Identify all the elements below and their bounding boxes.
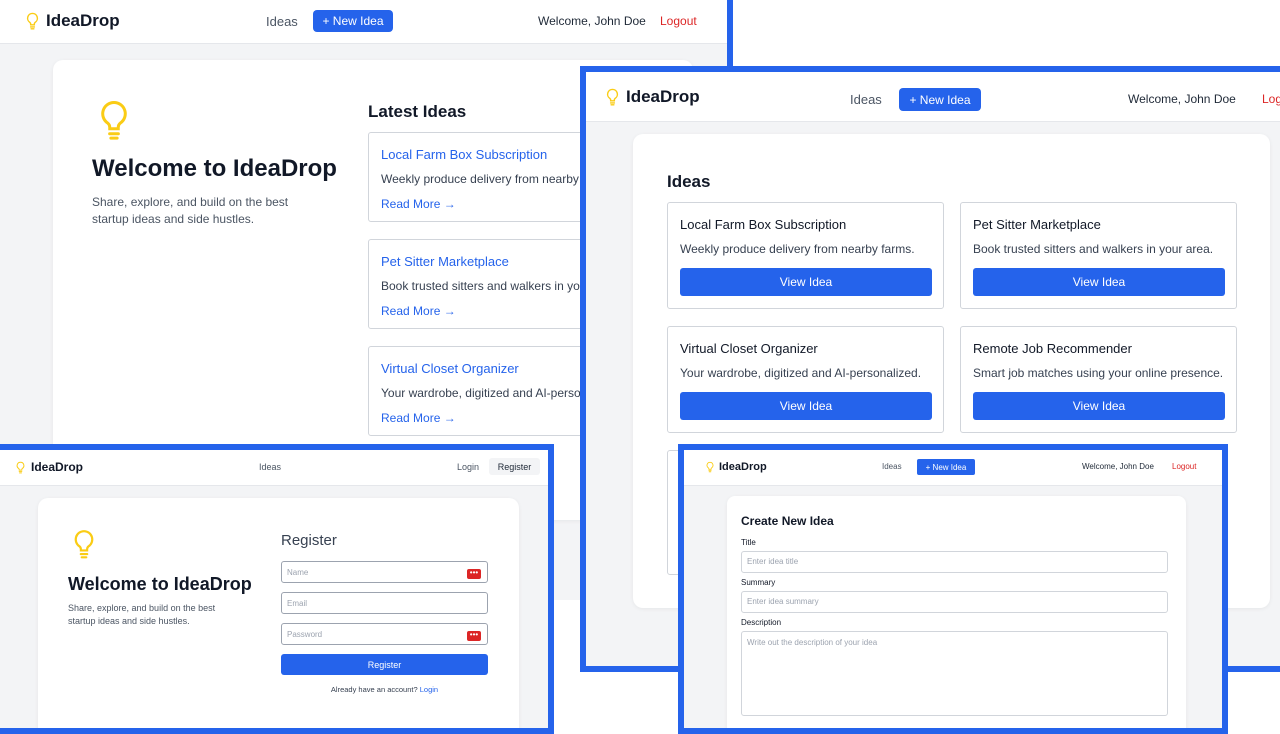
- idea-title: Local Farm Box Subscription: [680, 217, 847, 232]
- idea-card: Local Farm Box Subscription Weekly produ…: [667, 202, 944, 309]
- brand-name: IdeaDrop: [626, 87, 700, 106]
- home-subtitle-line2: startup ideas and side hustles.: [92, 212, 255, 226]
- idea-card: Pet Sitter Marketplace Book trusted sitt…: [960, 202, 1237, 309]
- have-account-text: Already have an account?: [330, 685, 418, 694]
- brand[interactable]: IdeaDrop: [706, 461, 767, 473]
- welcome-text: Welcome, John Doe: [538, 14, 646, 28]
- view-idea-button[interactable]: View Idea: [973, 392, 1225, 420]
- nav-ideas-link[interactable]: Ideas: [266, 14, 298, 29]
- navbar: IdeaDrop Ideas Login Register: [0, 450, 548, 486]
- title-input[interactable]: Enter idea title: [741, 551, 1168, 573]
- read-more-link[interactable]: Read More →: [381, 304, 456, 318]
- navbar: IdeaDrop Ideas + New Idea Welcome, John …: [586, 72, 1280, 122]
- latest-ideas-heading: Latest Ideas: [368, 102, 467, 121]
- idea-title-link[interactable]: Virtual Closet Organizer: [381, 361, 519, 376]
- register-welcome-title: Welcome to IdeaDrop: [68, 574, 252, 594]
- lightbulb-icon: [706, 461, 714, 473]
- password-placeholder: Password: [287, 629, 323, 639]
- nav-ideas-link[interactable]: Ideas: [850, 92, 882, 107]
- summary-label: Summary: [741, 578, 776, 587]
- home-subtitle-line1: Share, explore, and build on the best: [92, 195, 289, 209]
- brand[interactable]: IdeaDrop: [26, 11, 120, 31]
- logout-link[interactable]: Logout: [1172, 462, 1196, 471]
- idea-title-link[interactable]: Pet Sitter Marketplace: [381, 254, 509, 269]
- idea-summary: Smart job matches using your online pres…: [973, 366, 1224, 380]
- view-idea-button[interactable]: View Idea: [973, 268, 1225, 296]
- idea-summary: Your wardrobe, digitized and AI-personal…: [680, 366, 922, 380]
- name-placeholder: Name: [287, 567, 309, 577]
- idea-card: Virtual Closet Organizer Your wardrobe, …: [667, 326, 944, 433]
- logout-link[interactable]: Logout: [1262, 92, 1280, 106]
- navbar: IdeaDrop Ideas + New Idea Welcome, John …: [684, 450, 1222, 486]
- password-manager-icon[interactable]: •••: [467, 569, 481, 579]
- window-frame-edge: [727, 0, 733, 70]
- password-manager-icon[interactable]: •••: [467, 631, 481, 641]
- idea-title: Virtual Closet Organizer: [680, 341, 818, 356]
- register-card: Welcome to IdeaDrop Share, explore, and …: [38, 498, 519, 728]
- view-idea-button[interactable]: View Idea: [680, 392, 932, 420]
- title-label: Title: [741, 538, 756, 547]
- create-idea-window: IdeaDrop Ideas + New Idea Welcome, John …: [678, 444, 1228, 734]
- brand-name: IdeaDrop: [46, 11, 120, 30]
- register-subtitle-line1: Share, explore, and build on the best: [68, 603, 216, 613]
- name-field[interactable]: Name •••: [281, 561, 488, 583]
- brand[interactable]: IdeaDrop: [16, 460, 83, 474]
- read-more-link[interactable]: Read More →: [381, 197, 456, 211]
- navbar: IdeaDrop Ideas + New Idea Welcome, John …: [0, 0, 727, 44]
- idea-summary: Book trusted sitters and walkers in your…: [973, 242, 1214, 256]
- idea-title: Pet Sitter Marketplace: [973, 217, 1101, 232]
- idea-card: Remote Job Recommender Smart job matches…: [960, 326, 1237, 433]
- brand-name: IdeaDrop: [31, 460, 84, 474]
- lightbulb-icon: [73, 528, 95, 560]
- view-idea-button[interactable]: View Idea: [680, 268, 932, 296]
- login-prompt: Already have an account? Login: [281, 685, 488, 694]
- read-more-link[interactable]: Read More →: [381, 411, 456, 425]
- nav-login-link[interactable]: Login: [457, 462, 479, 472]
- register-window: IdeaDrop Ideas Login Register Welcome to…: [0, 444, 554, 734]
- lightbulb-icon: [99, 98, 129, 142]
- nav-ideas-link[interactable]: Ideas: [882, 462, 902, 471]
- new-idea-button[interactable]: + New Idea: [899, 88, 981, 111]
- nav-ideas-link[interactable]: Ideas: [259, 462, 281, 472]
- register-submit-button[interactable]: Register: [281, 654, 488, 675]
- email-placeholder: Email: [287, 598, 308, 608]
- summary-input[interactable]: Enter idea summary: [741, 591, 1168, 613]
- description-placeholder: Write out the description of your idea: [747, 638, 878, 647]
- brand[interactable]: IdeaDrop: [606, 87, 700, 107]
- title-placeholder: Enter idea title: [747, 557, 799, 566]
- lightbulb-icon: [16, 461, 25, 474]
- description-label: Description: [741, 618, 782, 627]
- login-link[interactable]: Login: [420, 685, 438, 694]
- password-field[interactable]: Password •••: [281, 623, 488, 645]
- register-subtitle-line2: startup ideas and side hustles.: [68, 616, 190, 626]
- idea-title-link[interactable]: Local Farm Box Subscription: [381, 147, 547, 162]
- new-idea-button[interactable]: + New Idea: [917, 459, 975, 475]
- welcome-text: Welcome, John Doe: [1082, 462, 1154, 471]
- lightbulb-icon: [606, 88, 619, 106]
- new-idea-button[interactable]: + New Idea: [313, 10, 393, 32]
- create-idea-heading: Create New Idea: [741, 514, 834, 528]
- idea-title: Remote Job Recommender: [973, 341, 1132, 356]
- description-textarea[interactable]: Write out the description of your idea: [741, 631, 1168, 716]
- lightbulb-icon: [26, 12, 39, 30]
- summary-placeholder: Enter idea summary: [747, 597, 819, 606]
- ideas-heading: Ideas: [667, 172, 711, 191]
- home-title: Welcome to IdeaDrop: [92, 155, 337, 182]
- logout-link[interactable]: Logout: [660, 14, 697, 28]
- nav-register-button[interactable]: Register: [489, 458, 540, 475]
- email-field[interactable]: Email: [281, 592, 488, 614]
- brand-name: IdeaDrop: [719, 461, 767, 473]
- idea-summary: Weekly produce delivery from nearby farm…: [680, 242, 915, 256]
- create-idea-card: Create New Idea Title Enter idea title S…: [727, 496, 1186, 728]
- welcome-text: Welcome, John Doe: [1128, 92, 1236, 106]
- register-heading: Register: [281, 532, 337, 549]
